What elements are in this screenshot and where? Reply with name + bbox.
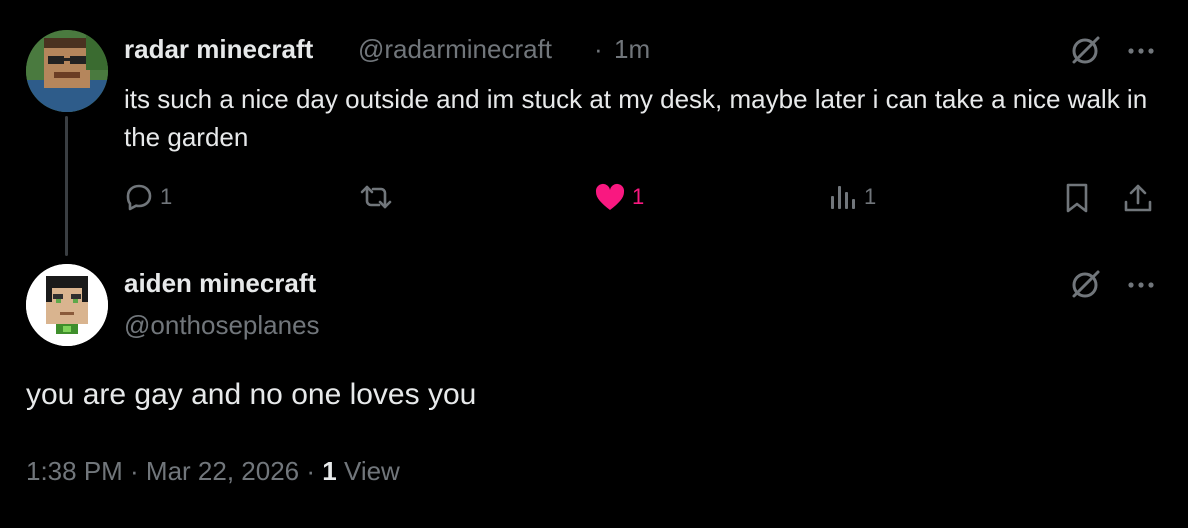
retweet-button[interactable] [358, 182, 394, 212]
share-button[interactable] [1122, 182, 1154, 214]
post-timestamp[interactable]: 1:38 PM · Mar 22, 2026 · [26, 456, 322, 486]
retweet-icon [358, 182, 394, 212]
avatar-radar[interactable] [26, 30, 108, 112]
grok-icon[interactable] [1066, 32, 1104, 70]
more-icon[interactable] [1124, 34, 1158, 68]
bookmark-button[interactable] [1062, 182, 1092, 214]
author-handle[interactable]: @onthoseplanes [124, 310, 320, 341]
views-button[interactable]: 1 [828, 182, 876, 212]
post-metadata: 1:38 PM · Mar 22, 2026 · 1 View [26, 456, 400, 487]
post-time[interactable]: 1m [614, 34, 650, 65]
bookmark-icon [1062, 182, 1092, 214]
author-handle[interactable]: @radarminecraft [358, 34, 552, 65]
grok-icon[interactable] [1066, 266, 1104, 304]
reply-icon [124, 182, 154, 212]
heart-icon [594, 182, 626, 212]
post-text: its such a nice day outside and im stuck… [124, 84, 1148, 152]
like-count: 1 [632, 184, 645, 209]
more-icon[interactable] [1124, 268, 1158, 302]
share-icon [1122, 182, 1154, 214]
author-name[interactable]: aiden minecraft [124, 268, 316, 299]
view-count: 1 [322, 456, 337, 486]
separator-dot: · [594, 34, 603, 64]
view-label: View [336, 456, 400, 486]
like-button[interactable]: 1 [594, 182, 644, 212]
reply-button[interactable]: 1 [124, 182, 172, 212]
avatar-aiden[interactable] [26, 264, 108, 346]
post-text: you are gay and no one loves you [26, 378, 477, 411]
author-name[interactable]: radar minecraft [124, 34, 313, 65]
views-icon [828, 182, 858, 212]
reply-count: 1 [160, 184, 173, 209]
thread-line [65, 116, 68, 256]
views-count: 1 [864, 184, 877, 209]
